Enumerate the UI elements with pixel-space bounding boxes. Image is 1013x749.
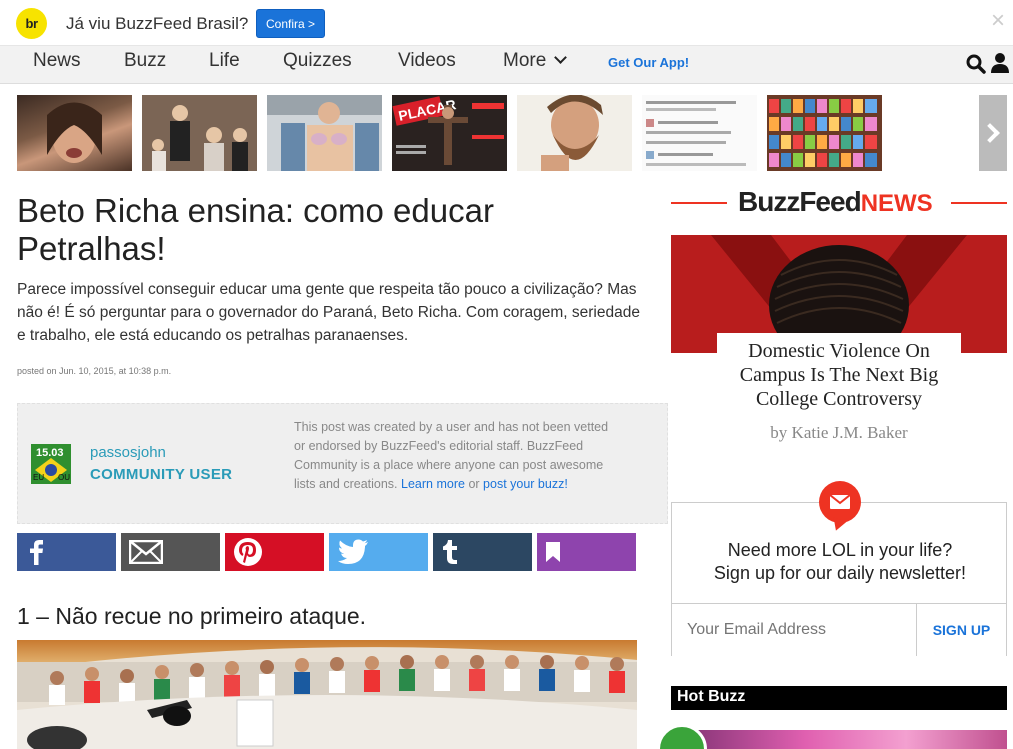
share-twitter-button[interactable] (329, 533, 428, 571)
thumb-crying-woman[interactable] (17, 95, 132, 171)
share-facebook-button[interactable] (17, 533, 116, 571)
buzzfeed-news-logo[interactable]: BuzzFeedNEWS (738, 186, 933, 218)
hot-buzz-heading: Hot Buzz (671, 686, 1007, 710)
user-icon[interactable] (990, 52, 1010, 74)
nav-item-life[interactable]: Life (209, 50, 240, 72)
avatar-bottom-left-text: EU (33, 473, 44, 482)
avatar[interactable]: 15.03 EU OU (31, 444, 71, 484)
bf-logo-text: BuzzFeed (738, 186, 862, 217)
envelope-icon (830, 495, 850, 509)
thumb-text-screenshot[interactable] (642, 95, 757, 171)
community-disclaimer: This post was created by a user and has … (294, 418, 614, 494)
article-title: Beto Richa ensina: como educar Petralhas… (17, 192, 494, 267)
article-photo (17, 640, 637, 749)
learn-more-link[interactable]: Learn more (401, 477, 465, 491)
step-1-heading: 1 – Não recue no primeiro ataque. (17, 603, 367, 629)
nav-item-news[interactable]: News (33, 50, 81, 72)
bf-news-text: NEWS (860, 190, 933, 217)
hot-buzz-image[interactable] (671, 730, 1007, 749)
buzzfeed-news-header: BuzzFeedNEWS (671, 186, 1007, 218)
divider-left (671, 202, 727, 204)
tumblr-icon (443, 540, 457, 564)
search-icon[interactable] (966, 54, 986, 74)
bookmark-icon (546, 542, 560, 562)
email-icon (129, 540, 163, 564)
nav-item-videos[interactable]: Videos (398, 50, 456, 72)
confira-button[interactable]: Confira > (256, 9, 326, 38)
nav-item-more[interactable]: More (503, 50, 568, 72)
trending-badge-icon (657, 724, 707, 749)
email-field[interactable] (672, 603, 917, 656)
main-nav: News Buzz Life Quizzes Videos More Get O… (0, 46, 1013, 84)
promo-bar: br Já viu BuzzFeed Brasil? Confira > × (0, 0, 1013, 46)
buzzfeed-brasil-logo[interactable]: br (16, 8, 47, 39)
divider-right (951, 202, 1007, 204)
newsletter-box: Need more LOL in your life? Sign up for … (671, 481, 1008, 656)
thumb-placar-cover[interactable]: PLACAR (392, 95, 507, 171)
thumb-bearded-man[interactable] (517, 95, 632, 171)
share-tumblr-button[interactable] (433, 533, 532, 571)
feature-headline[interactable]: Domestic Violence On Campus Is The Next … (717, 333, 961, 411)
share-bookmark-button[interactable] (537, 533, 636, 571)
feature-byline: by Katie J.M. Baker (770, 423, 908, 442)
community-box: 15.03 EU OU passosjohn COMMUNITY USER Th… (17, 403, 668, 524)
newsletter-line-2: Sign up for our daily newsletter! (713, 563, 967, 583)
user-role: COMMUNITY USER (90, 466, 233, 483)
newsletter-text: Need more LOL in your life? Sign up for … (672, 539, 1008, 585)
feature-card[interactable]: Domestic Violence On Campus Is The Next … (717, 333, 961, 453)
nav-item-buzz[interactable]: Buzz (124, 50, 166, 72)
nav-more-label: More (503, 50, 547, 71)
nav-item-quizzes[interactable]: Quizzes (283, 50, 352, 72)
thumb-bookshelf[interactable] (767, 95, 882, 171)
facebook-icon (30, 540, 43, 565)
share-email-button[interactable] (121, 533, 220, 571)
post-buzz-link[interactable]: post your buzz! (483, 477, 568, 491)
promo-message: Já viu BuzzFeed Brasil? (66, 14, 249, 33)
share-pinterest-button[interactable] (225, 533, 324, 571)
disclaimer-or: or (468, 477, 480, 491)
chevron-down-icon (554, 51, 568, 64)
thumb-man-bra[interactable] (267, 95, 382, 171)
twitter-icon (338, 539, 368, 564)
close-icon[interactable]: × (991, 9, 1005, 33)
get-app-link[interactable]: Get Our App! (608, 55, 689, 70)
article-description: Parece impossível conseguir educar uma g… (17, 281, 640, 344)
newsletter-line-1: Need more LOL in your life? (727, 540, 953, 560)
avatar-bottom-right-text: OU (58, 473, 70, 482)
thumbnail-strip: PLACAR (17, 95, 1007, 171)
pinterest-icon (234, 538, 262, 566)
sign-up-button[interactable]: SIGN UP (917, 603, 1006, 656)
thumb-family-portrait[interactable] (142, 95, 257, 171)
thumb-next-arrow-icon[interactable] (979, 95, 1007, 171)
newsletter-badge (819, 481, 861, 523)
avatar-top-text: 15.03 (36, 447, 64, 459)
username-link[interactable]: passosjohn (90, 444, 166, 461)
posted-date: posted on Jun. 10, 2015, at 10:38 p.m. (17, 366, 172, 376)
